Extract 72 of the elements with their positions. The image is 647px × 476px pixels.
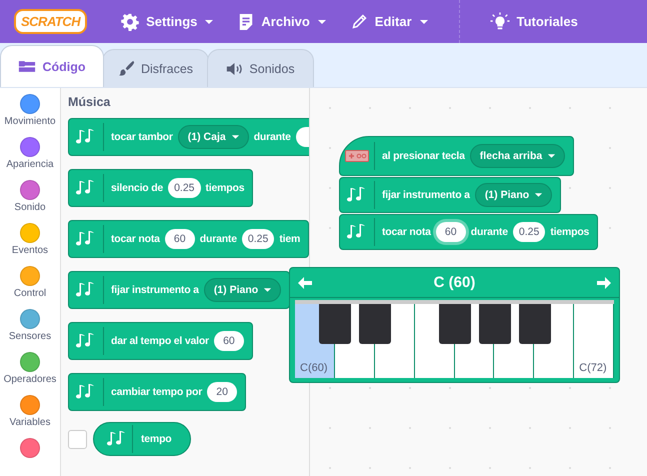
music-block[interactable]: tocar nota 60 durante 0.25 tiempos — [339, 214, 598, 250]
left-arrow-icon[interactable] — [298, 276, 312, 288]
menu-item[interactable]: Settings — [109, 0, 226, 43]
category-label[interactable]: Sensores — [8, 331, 52, 342]
lightbulb-icon — [490, 12, 510, 32]
keyboard-icon — [345, 150, 369, 162]
block-text: durante — [254, 131, 291, 143]
block-text: dar al tempo el valor — [111, 335, 209, 347]
pencil-icon — [350, 13, 368, 30]
category-label[interactable]: Sonido — [14, 202, 46, 213]
block-text: fijar instrumento a — [382, 189, 470, 201]
block-text: al presionar tecla — [382, 150, 465, 162]
tab[interactable]: Disfraces — [102, 49, 209, 87]
block-text: tocar nota — [382, 226, 431, 238]
key-label: C(60) — [300, 362, 328, 374]
category-label[interactable]: Apariencia — [6, 159, 54, 170]
category-dot[interactable] — [20, 266, 40, 286]
category-label[interactable]: Eventos — [12, 245, 48, 256]
tab[interactable]: Sonidos — [207, 49, 314, 87]
number-input[interactable]: 60 — [436, 222, 466, 242]
code-blocks-icon — [18, 60, 36, 73]
category-label[interactable]: Operadores — [4, 374, 56, 385]
category-label[interactable]: Control — [14, 288, 46, 299]
block-text: silencio de — [111, 182, 164, 194]
right-arrow-icon[interactable] — [597, 276, 611, 288]
speaker-icon — [226, 62, 244, 76]
music-block[interactable]: tocar nota 60 durante 0.25 tiem — [68, 220, 309, 258]
category-dot[interactable] — [20, 309, 40, 329]
category-dot[interactable] — [20, 137, 40, 157]
document-icon — [238, 12, 254, 30]
music-block[interactable]: dar al tempo el valor 60 — [68, 322, 253, 360]
caret-icon — [230, 134, 240, 140]
number-input[interactable]: 60 — [214, 331, 244, 351]
key-label: C(72) — [579, 362, 607, 374]
category-label[interactable]: Movimiento — [4, 116, 56, 127]
block-text: tocar tambor — [111, 131, 173, 143]
block-text: cambiar tempo por — [111, 386, 202, 398]
number-input[interactable]: 20 — [207, 382, 238, 402]
category-label[interactable]: Variables — [10, 417, 50, 428]
music-block[interactable]: silencio de 0.25 tiempos — [68, 169, 254, 207]
checkbox[interactable] — [68, 430, 87, 448]
caret-icon — [547, 153, 556, 159]
number-input[interactable]: 60 — [164, 229, 195, 249]
category-dot[interactable] — [20, 180, 40, 200]
block-text: tempo — [141, 433, 172, 445]
menu-item[interactable]: Tutoriales — [478, 0, 590, 43]
block-text: tiem — [279, 233, 300, 245]
category-dot[interactable] — [20, 223, 40, 243]
number-input[interactable]: 0.25 — [168, 178, 201, 198]
settings-icon — [121, 12, 140, 30]
category-dot[interactable] — [20, 395, 40, 415]
caret-icon — [534, 192, 544, 198]
block-text: durante — [470, 226, 508, 238]
note-name: C (60) — [434, 274, 476, 291]
category-dot[interactable] — [20, 438, 40, 458]
paintbrush-icon — [118, 60, 135, 77]
block-text: tocar nota — [111, 233, 160, 245]
number-input[interactable]: 0.25 — [242, 229, 274, 249]
category-dot[interactable] — [20, 352, 40, 372]
palette-heading: Música — [68, 95, 112, 109]
music-block[interactable]: cambiar tempo por 20 — [68, 373, 246, 411]
piano-key[interactable]: C(72) — [574, 304, 614, 378]
caret-icon — [263, 287, 272, 293]
category-dot[interactable] — [20, 94, 40, 114]
block-text: tiempos — [550, 226, 590, 238]
block-text: tiempos — [206, 182, 244, 194]
tab[interactable]: Código — [0, 45, 104, 87]
block-text: fijar instrumento a — [111, 284, 199, 296]
number-input[interactable]: 0.25 — [512, 222, 546, 242]
menu-item[interactable]: Archivo — [226, 0, 339, 43]
menu-item[interactable]: Editar — [338, 0, 441, 43]
block-text: durante — [200, 233, 237, 245]
